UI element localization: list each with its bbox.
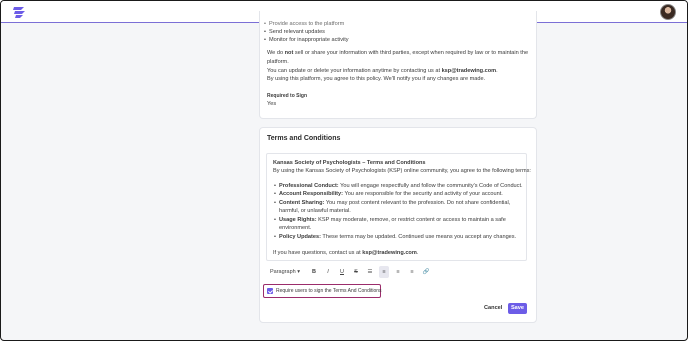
terms-list-item-cont: environment. (279, 225, 312, 231)
align-center-icon[interactable]: ≡ (393, 266, 403, 278)
italic-button[interactable]: I (323, 266, 333, 278)
bullet-item: Monitor for inappropriate activity (264, 37, 349, 45)
terms-list-item: Account Responsibility: You are responsi… (274, 191, 503, 199)
contact-text: You can update or delete your informatio… (267, 68, 498, 74)
terms-list-item: Professional Conduct: You will engage re… (274, 183, 523, 191)
required-value: Yes (267, 101, 277, 107)
required-label: Required to Sign (267, 93, 307, 99)
strikethrough-button[interactable]: S (351, 266, 361, 278)
app-logo-icon[interactable] (12, 5, 26, 19)
doc-title: Kansas Society of Psychologists – Terms … (273, 160, 426, 166)
require-sign-label[interactable]: Require users to sign the Terms And Cond… (276, 288, 382, 294)
agree-text: By using this platform, you agree to thi… (267, 76, 486, 82)
app-frame: Provide access to the platform Send rele… (0, 0, 688, 341)
disclosure-text: We do not sell or share your information… (267, 50, 529, 56)
terms-list-item-cont: harmful, or unlawful material. (279, 208, 351, 214)
bullet-item: Send relevant updates (264, 29, 325, 37)
cancel-button[interactable]: Cancel (484, 305, 502, 311)
disclosure-text-line2: platform. (267, 59, 289, 65)
bullet-list-icon[interactable]: ☰ (365, 266, 375, 278)
terms-list-item: Policy Updates: These terms may be updat… (274, 234, 516, 242)
user-avatar[interactable] (660, 4, 676, 20)
bold-button[interactable]: B (309, 266, 319, 278)
chevron-down-icon: ▾ (297, 269, 300, 275)
save-button[interactable]: Save (508, 303, 527, 314)
terms-list-item: Content Sharing: You may post content re… (274, 200, 510, 208)
questions-text: If you have questions, contact us at ksp… (273, 250, 419, 256)
format-select[interactable]: Paragraph ▾ (267, 266, 303, 278)
terms-list-item: Usage Rights: KSP may moderate, remove, … (274, 217, 506, 225)
align-right-icon[interactable]: ≡ (407, 266, 417, 278)
align-left-icon[interactable]: ≡ (379, 266, 389, 278)
section-title: Terms and Conditions (267, 135, 341, 142)
doc-intro: By using the Kansas Society of Psycholog… (273, 168, 531, 174)
underline-button[interactable]: U (337, 266, 347, 278)
require-sign-checkbox[interactable] (267, 288, 273, 294)
link-icon[interactable]: 🔗 (421, 266, 431, 278)
bullet-item: Provide access to the platform (264, 21, 344, 29)
